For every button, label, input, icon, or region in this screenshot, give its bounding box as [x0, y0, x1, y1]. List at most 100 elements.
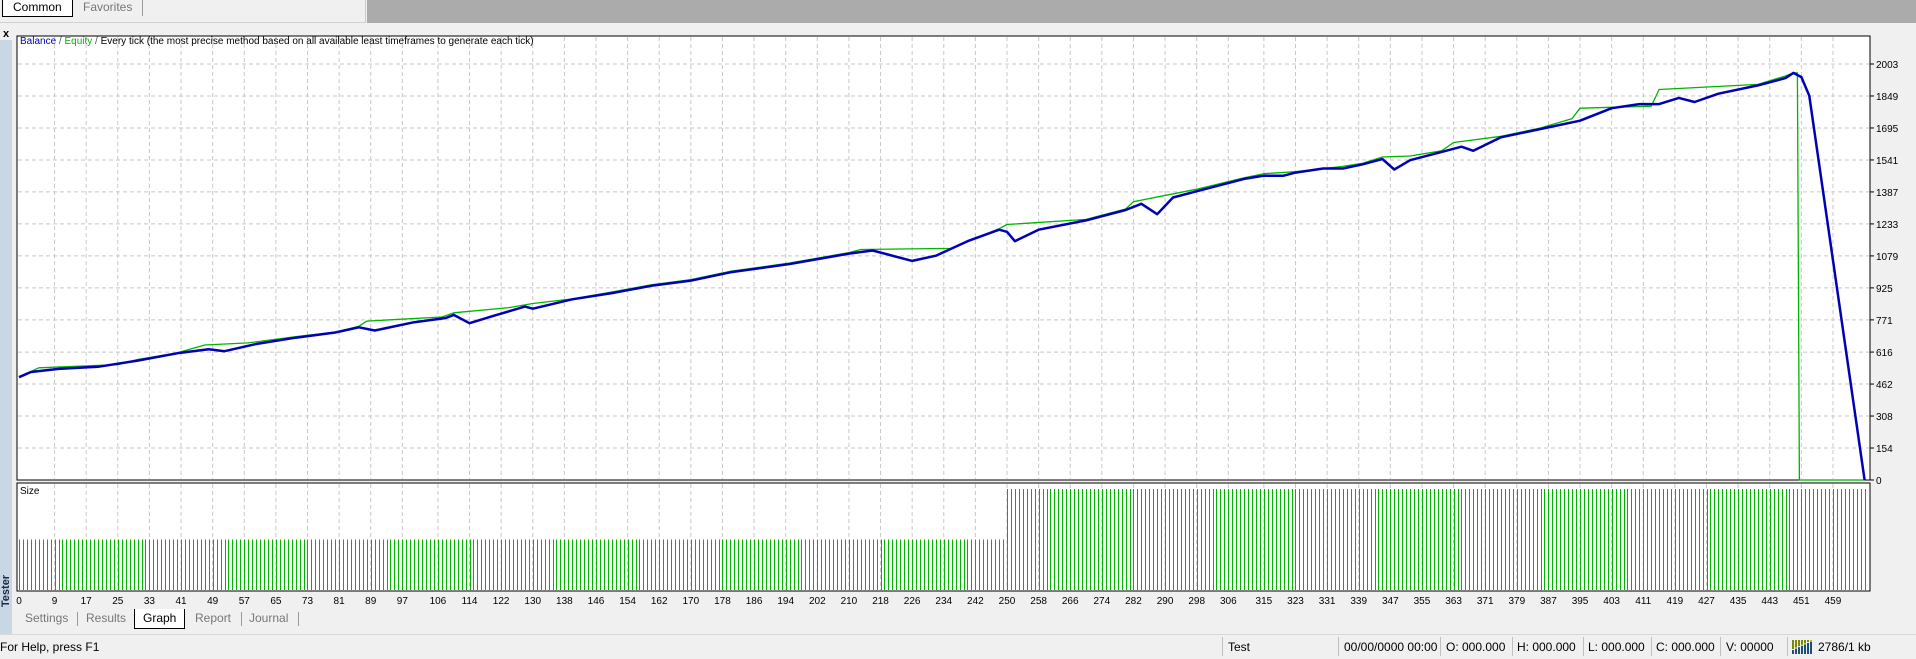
status-divider	[1512, 637, 1513, 656]
x-tick-label: 41	[175, 596, 187, 607]
x-tick-label: 73	[302, 596, 314, 607]
traffic-bar-top	[1798, 640, 1800, 647]
legend-separator: /	[92, 36, 100, 47]
x-tick-label: 130	[524, 596, 541, 607]
y-tick-label: 308	[1876, 412, 1893, 423]
traffic-bar-top	[1807, 640, 1809, 642]
x-tick-label: 379	[1508, 596, 1525, 607]
y-tick-label: 1541	[1876, 156, 1899, 167]
size-label: Size	[20, 486, 40, 497]
x-tick-label: 81	[334, 596, 346, 607]
x-tick-label: 234	[935, 596, 952, 607]
traffic-bar	[1795, 648, 1797, 654]
tab-divider	[298, 612, 299, 626]
y-tick-label: 0	[1876, 476, 1882, 487]
x-tick-label: 387	[1540, 596, 1557, 607]
y-tick-label: 1695	[1876, 124, 1899, 135]
traffic-bar	[1798, 647, 1800, 654]
traffic-bar	[1804, 644, 1806, 654]
tab-report[interactable]: Report	[195, 609, 231, 628]
x-tick-label: 363	[1445, 596, 1462, 607]
traffic-bar	[1810, 641, 1812, 654]
x-tick-label: 355	[1414, 596, 1431, 607]
y-tick-label: 925	[1876, 284, 1893, 295]
x-tick-label: 395	[1572, 596, 1589, 607]
x-tick-label: 202	[809, 596, 826, 607]
x-tick-label: 266	[1062, 596, 1079, 607]
x-tick-label: 435	[1730, 596, 1747, 607]
y-axis: 2003 1849 1695 1541 1387 1233 1079 925 771 616 462…	[1870, 60, 1899, 487]
y-tick-label: 462	[1876, 380, 1893, 391]
x-axis: 0 9 17 25 33 41 49 57 65 73 81 89 97 106 114 122 130 138 1…	[16, 596, 1842, 607]
tab-graph[interactable]: Graph	[134, 609, 186, 629]
x-tick-label: 178	[714, 596, 731, 607]
tab-results[interactable]: Results	[86, 609, 126, 628]
x-tick-label: 226	[904, 596, 921, 607]
status-divider	[1583, 637, 1584, 656]
x-tick-label: 250	[999, 596, 1016, 607]
tab-divider	[241, 612, 242, 626]
y-tick-label: 1849	[1876, 92, 1899, 103]
x-tick-label: 443	[1761, 596, 1778, 607]
status-divider	[1787, 637, 1788, 656]
y-tick-label: 154	[1876, 444, 1893, 455]
x-tick-label: 194	[777, 596, 794, 607]
traffic-bar	[1792, 650, 1794, 654]
tab-settings[interactable]: Settings	[25, 609, 68, 628]
chart-header: Balance / Equity / Every tick (the most …	[20, 36, 534, 47]
x-tick-label: 258	[1030, 596, 1047, 607]
x-tick-label: 451	[1793, 596, 1810, 607]
tab-divider	[77, 612, 78, 626]
x-tick-label: 298	[1188, 596, 1205, 607]
status-divider	[1651, 637, 1652, 656]
traffic-bar	[1801, 645, 1803, 654]
x-tick-label: 122	[493, 596, 510, 607]
x-tick-label: 89	[365, 596, 377, 607]
x-tick-label: 419	[1667, 596, 1684, 607]
x-tick-label: 411	[1635, 596, 1651, 607]
status-close: C: 000.000	[1656, 640, 1715, 654]
y-tick-label: 1079	[1876, 252, 1899, 263]
x-tick-label: 218	[872, 596, 889, 607]
status-divider	[1222, 637, 1223, 656]
x-tick-label: 49	[207, 596, 219, 607]
y-tick-label: 771	[1876, 316, 1893, 327]
status-profile: Test	[1228, 640, 1251, 654]
legend-equity: Equity	[64, 36, 92, 47]
x-tick-label: 306	[1220, 596, 1237, 607]
status-high: H: 000.000	[1517, 640, 1576, 654]
x-tick-label: 57	[239, 596, 251, 607]
model-description: Every tick (the most precise method base…	[101, 36, 534, 47]
legend-separator: /	[56, 36, 64, 47]
x-tick-label: 170	[682, 596, 699, 607]
status-divider	[1720, 637, 1721, 656]
traffic-bar-top	[1804, 640, 1806, 644]
x-tick-label: 274	[1094, 596, 1111, 607]
traffic-bar-top	[1801, 640, 1803, 645]
x-tick-label: 65	[270, 596, 282, 607]
traffic-bar-top	[1795, 640, 1797, 648]
status-divider	[1338, 637, 1339, 656]
y-tick-label: 1387	[1876, 188, 1899, 199]
x-tick-label: 146	[588, 596, 605, 607]
x-tick-label: 347	[1382, 596, 1399, 607]
y-tick-label: 2003	[1876, 60, 1899, 71]
status-volume: V: 00000	[1726, 640, 1774, 654]
tab-journal[interactable]: Journal	[249, 609, 288, 628]
y-tick-label: 1233	[1876, 220, 1899, 231]
x-tick-label: 315	[1256, 596, 1273, 607]
x-tick-label: 25	[112, 596, 124, 607]
status-traffic: 2786/1 kb	[1818, 640, 1871, 654]
x-tick-label: 0	[16, 596, 22, 607]
status-datetime: 00/00/0000 00:00	[1344, 640, 1438, 654]
traffic-bar-top	[1792, 640, 1794, 649]
connection-traffic-icon	[1792, 640, 1812, 654]
status-help: For Help, press F1	[0, 640, 100, 654]
x-tick-label: 403	[1603, 596, 1620, 607]
status-divider	[1440, 637, 1441, 656]
x-tick-label: 186	[746, 596, 763, 607]
x-tick-label: 459	[1825, 596, 1842, 607]
y-tick-label: 616	[1876, 348, 1893, 359]
x-tick-label: 290	[1157, 596, 1174, 607]
x-tick-label: 154	[619, 596, 636, 607]
